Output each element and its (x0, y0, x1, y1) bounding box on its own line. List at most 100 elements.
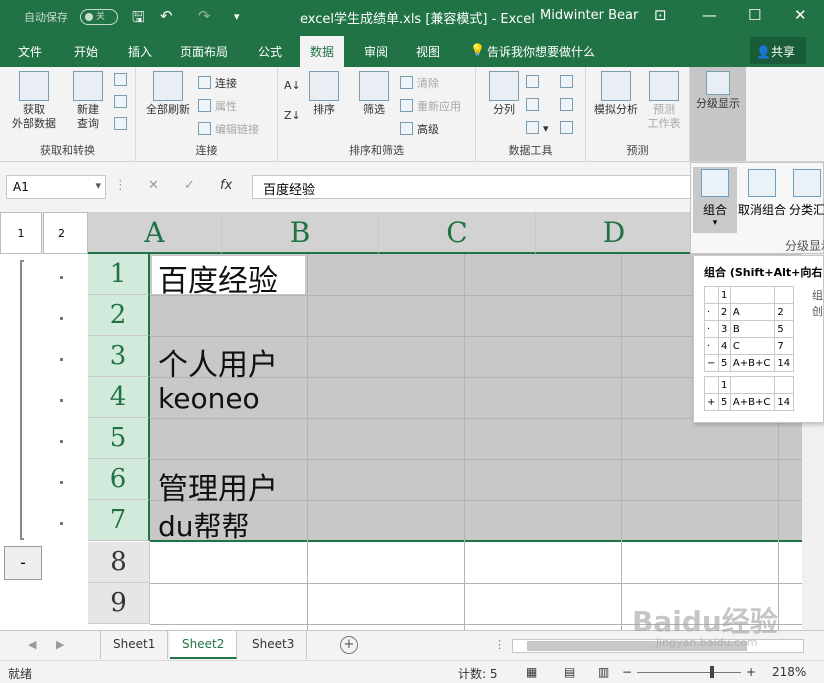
connections-button[interactable]: 连接 (198, 75, 237, 91)
sheet-tab-sheet2[interactable]: Sheet2 (170, 631, 238, 659)
properties-button[interactable]: 属性 (198, 98, 237, 114)
row-header-5[interactable]: 5 (88, 418, 150, 459)
data-validation-icon[interactable]: ▾ (526, 121, 549, 135)
subtotal-button[interactable]: 分类汇 (789, 167, 824, 218)
zoom-in-icon[interactable]: + (746, 665, 756, 679)
relationships-icon[interactable] (560, 98, 577, 112)
zoom-slider[interactable] (637, 672, 741, 673)
tab-formulas[interactable]: 公式 (258, 43, 282, 60)
save-icon[interactable]: 🖫 (132, 7, 145, 32)
autosave-toggle[interactable]: 关 (80, 9, 118, 25)
cell-a1[interactable]: 百度经验 (158, 256, 278, 300)
sort-button[interactable]: 排序 (306, 71, 342, 117)
zoom-level[interactable]: 218% (772, 665, 806, 679)
what-if-button[interactable]: 模拟分析 (590, 71, 642, 117)
customize-qat-icon[interactable]: ▾ (234, 10, 240, 23)
page-break-view-icon[interactable]: ▥ (598, 665, 609, 679)
normal-view-icon[interactable]: ▦ (526, 665, 537, 679)
name-box[interactable]: A1 (6, 175, 106, 199)
zoom-out-icon[interactable]: − (622, 665, 632, 679)
maximize-icon[interactable]: ☐ (748, 6, 761, 24)
edit-links-icon (198, 122, 211, 135)
get-external-data-button[interactable]: 获取 外部数据 (4, 71, 64, 131)
recent-sources-icon[interactable] (114, 117, 131, 131)
new-query-button[interactable]: 新建 查询 (66, 71, 110, 131)
row-header-9[interactable]: 9 (88, 583, 150, 624)
what-if-icon (601, 71, 631, 101)
group-label: 连接 (195, 144, 218, 157)
zoom-slider-thumb[interactable] (710, 666, 714, 678)
ungroup-button[interactable]: 取消组合 (737, 167, 787, 218)
tell-me-search[interactable]: 告诉我你想要做什么 (487, 43, 595, 60)
row-header-2[interactable]: 2 (88, 295, 150, 336)
page-layout-view-icon[interactable]: ▤ (564, 665, 575, 679)
show-queries-icon[interactable] (114, 73, 131, 87)
outline-collapse-button[interactable]: - (4, 546, 42, 580)
tab-data[interactable]: 数据 (300, 36, 345, 67)
group-label: 排序和筛选 (349, 144, 404, 157)
sheet-tab-sheet3[interactable]: Sheet3 (240, 631, 308, 659)
tab-view[interactable]: 视图 (416, 43, 440, 60)
cancel-icon[interactable]: ✕ (148, 178, 159, 193)
minimize-icon[interactable]: — (702, 6, 717, 24)
flash-fill-icon[interactable] (526, 75, 543, 89)
cell-a6[interactable]: 管理用户 (158, 464, 278, 508)
add-sheet-button[interactable]: + (340, 636, 358, 654)
next-sheet-icon[interactable]: ▶ (56, 638, 64, 651)
row-header-7[interactable]: 7 (88, 500, 150, 541)
column-header-b[interactable]: B (222, 212, 379, 254)
row-header-3[interactable]: 3 (88, 336, 150, 377)
tab-page-layout[interactable]: 页面布局 (180, 43, 228, 60)
tab-review[interactable]: 审阅 (364, 43, 388, 60)
title-bar: 自动保存 关 🖫 ↶ ↷ ▾ excel学生成绩单.xls [兼容模式] - E… (0, 0, 824, 35)
filter-button[interactable]: 筛选 (356, 71, 392, 117)
sort-ascending-icon[interactable]: A↓ (284, 79, 301, 92)
person-icon: 👤 (756, 45, 771, 59)
reapply-button[interactable]: 重新应用 (400, 98, 461, 114)
tab-home[interactable]: 开始 (74, 43, 98, 60)
ribbon-display-icon[interactable]: ⊡ (654, 6, 667, 24)
redo-icon[interactable]: ↷ (198, 7, 211, 25)
row-header-1[interactable]: 1 (88, 254, 150, 295)
user-name[interactable]: Midwinter Bear (540, 8, 638, 23)
tab-file[interactable]: 文件 (18, 43, 42, 60)
column-header-a[interactable]: A (88, 212, 222, 254)
from-table-icon[interactable] (114, 95, 131, 109)
cell-a7[interactable]: du帮帮 (158, 505, 250, 545)
formula-input[interactable]: 百度经验 (252, 175, 690, 199)
row-header-8[interactable]: 8 (88, 542, 150, 583)
cell-a4[interactable]: keoneo (158, 382, 260, 415)
outline-level-2[interactable]: 2 (43, 212, 88, 254)
consolidate-icon[interactable] (560, 75, 577, 89)
close-icon[interactable]: ✕ (794, 6, 807, 24)
row-header-6[interactable]: 6 (88, 459, 150, 500)
advanced-button[interactable]: 高级 (400, 121, 439, 137)
advanced-filter-icon (400, 122, 413, 135)
data-model-icon[interactable] (560, 121, 577, 135)
share-button[interactable]: 👤共享 (750, 37, 806, 64)
text-to-columns-button[interactable]: 分列 (484, 71, 524, 117)
sort-descending-icon[interactable]: Z↓ (284, 109, 301, 122)
lightbulb-icon: 💡 (470, 43, 485, 57)
undo-icon[interactable]: ↶ (160, 7, 173, 25)
refresh-all-button[interactable]: 全部刷新 (140, 71, 196, 117)
column-header-c[interactable]: C (379, 212, 536, 254)
edit-links-button[interactable]: 编辑链接 (198, 121, 259, 137)
row-header-4[interactable]: 4 (88, 377, 150, 418)
database-icon (19, 71, 49, 101)
outline-level-1[interactable]: 1 (0, 212, 42, 254)
tooltip-example-collapsed: 1 +5 A+B+C 14 (703, 376, 794, 411)
tab-insert[interactable]: 插入 (128, 43, 152, 60)
insert-function-icon[interactable]: fx (220, 178, 232, 193)
sheet-tab-sheet1[interactable]: Sheet1 (100, 631, 169, 659)
clear-button[interactable]: 清除 (400, 75, 439, 91)
enter-icon[interactable]: ✓ (184, 178, 195, 193)
column-header-d[interactable]: D (536, 212, 693, 254)
more-options-icon[interactable]: ⋮ (494, 638, 505, 651)
group-button[interactable]: 组合 ▾ (693, 167, 737, 233)
prev-sheet-icon[interactable]: ◀ (28, 638, 36, 651)
cell-a3[interactable]: 个人用户 (158, 340, 278, 384)
forecast-sheet-button[interactable]: 预测 工作表 (644, 71, 684, 131)
outline-button[interactable]: 分级显示 (690, 67, 746, 161)
remove-duplicates-icon[interactable] (526, 98, 543, 112)
